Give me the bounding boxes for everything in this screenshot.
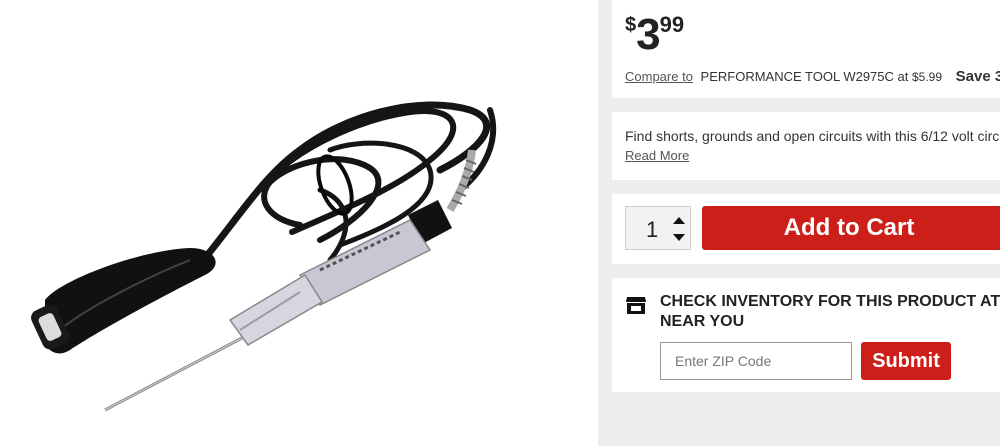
product-price: $399 <box>625 10 684 60</box>
product-info-pane: $399 Compare to PERFORMANCE TOOL W2975C … <box>598 0 1000 446</box>
compare-link[interactable]: Compare to <box>625 69 693 84</box>
quantity-value[interactable]: 1 <box>646 217 658 243</box>
store-icon <box>626 297 646 314</box>
submit-button[interactable]: Submit <box>861 342 951 380</box>
inventory-title-line2: NEAR YOU <box>660 313 745 330</box>
price-card: $399 Compare to PERFORMANCE TOOL W2975C … <box>612 0 1000 98</box>
inventory-title: CHECK INVENTORY FOR THIS PRODUCT AT A NE… <box>660 292 1000 332</box>
quantity-stepper[interactable]: 1 <box>625 206 691 250</box>
chevron-up-icon[interactable] <box>672 213 686 227</box>
cart-card: 1 Add to Cart <box>612 194 1000 264</box>
compare-line: Compare to PERFORMANCE TOOL W2975C at $5… <box>625 68 1000 85</box>
zip-code-input[interactable] <box>660 342 852 380</box>
product-page: $399 Compare to PERFORMANCE TOOL W2975C … <box>0 0 1000 446</box>
inventory-title-line1: CHECK INVENTORY FOR THIS PRODUCT AT A <box>660 293 1000 310</box>
add-to-cart-button[interactable]: Add to Cart <box>702 206 1000 250</box>
price-currency: $ <box>625 14 637 36</box>
read-more-link[interactable]: Read More <box>625 148 689 163</box>
price-dollars: 3 <box>636 10 661 59</box>
compare-price: $5.99 <box>912 70 943 84</box>
price-cents: 99 <box>659 12 685 37</box>
description-card: Find shorts, grounds and open circuits w… <box>612 112 1000 180</box>
circuit-tester-image[interactable] <box>0 0 598 446</box>
compare-brand-model: PERFORMANCE TOOL W2975C at <box>700 69 909 84</box>
product-description: Find shorts, grounds and open circuits w… <box>625 128 1000 144</box>
chevron-down-icon[interactable] <box>672 231 686 245</box>
inventory-card: CHECK INVENTORY FOR THIS PRODUCT AT A NE… <box>612 278 1000 392</box>
product-image-pane <box>0 0 598 446</box>
save-badge: Save 33% <box>955 68 1000 85</box>
